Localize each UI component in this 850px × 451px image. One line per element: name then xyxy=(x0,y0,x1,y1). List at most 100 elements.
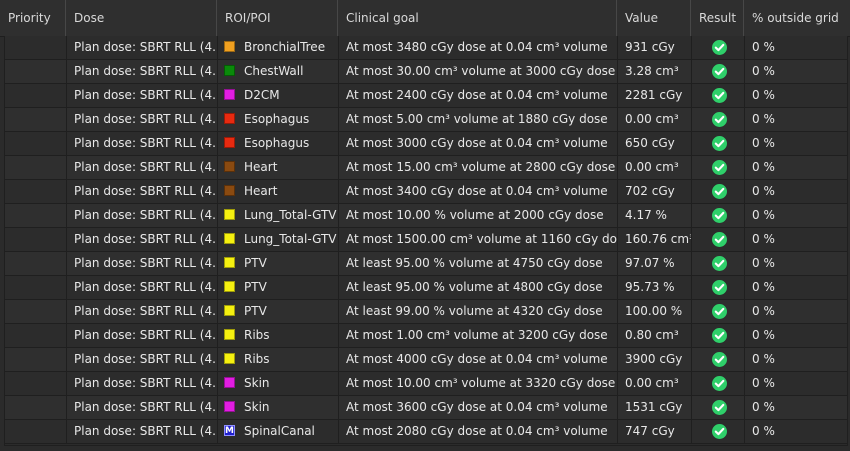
table-row[interactable]: Plan dose: SBRT RLL (4... Esophagus At mos… xyxy=(5,132,847,156)
priority-cell[interactable] xyxy=(5,348,67,371)
table-row[interactable]: Plan dose: SBRT RLL (4... D2CM At most 240… xyxy=(5,84,847,108)
priority-cell[interactable] xyxy=(5,156,67,179)
roi-cell[interactable]: Lung_Total-GTV xyxy=(218,228,339,251)
table-row[interactable]: Plan dose: SBRT RLL (4... Lung_Total-GTV A… xyxy=(5,204,847,228)
outside-grid-cell[interactable]: 0 % xyxy=(745,156,847,179)
dose-cell[interactable]: Plan dose: SBRT RLL (4... xyxy=(67,300,218,323)
clinical-goal-cell[interactable]: At least 95.00 % volume at 4800 cGy dose xyxy=(339,276,618,299)
dose-cell[interactable]: Plan dose: SBRT RLL (4... xyxy=(67,348,218,371)
table-row[interactable]: Plan dose: SBRT RLL (4... ChestWall At mos… xyxy=(5,60,847,84)
result-cell[interactable] xyxy=(692,300,745,323)
clinical-goal-cell[interactable]: At least 95.00 % volume at 4750 cGy dose xyxy=(339,252,618,275)
table-row[interactable]: Plan dose: SBRT RLL (4... M SpinalCanal At … xyxy=(5,420,847,444)
result-cell[interactable] xyxy=(692,60,745,83)
result-cell[interactable] xyxy=(692,420,745,443)
roi-cell[interactable]: Heart xyxy=(218,180,339,203)
outside-grid-cell[interactable]: 0 % xyxy=(745,84,847,107)
roi-cell[interactable]: Esophagus xyxy=(218,108,339,131)
outside-grid-cell[interactable]: 0 % xyxy=(745,324,847,347)
outside-grid-cell[interactable]: 0 % xyxy=(745,276,847,299)
column-header-result[interactable]: Result xyxy=(691,0,744,36)
value-cell[interactable]: 0.00 cm³ xyxy=(618,156,692,179)
roi-cell[interactable]: Skin xyxy=(218,396,339,419)
value-cell[interactable]: 0.00 cm³ xyxy=(618,108,692,131)
value-cell[interactable]: 100.00 % xyxy=(618,300,692,323)
value-cell[interactable]: 97.07 % xyxy=(618,252,692,275)
value-cell[interactable]: 0.80 cm³ xyxy=(618,324,692,347)
table-row[interactable]: Plan dose: SBRT RLL (4... PTV At least 95.… xyxy=(5,252,847,276)
clinical-goal-cell[interactable]: At most 15.00 cm³ volume at 2800 cGy dos… xyxy=(339,156,618,179)
result-cell[interactable] xyxy=(692,372,745,395)
outside-grid-cell[interactable]: 0 % xyxy=(745,228,847,251)
outside-grid-cell[interactable]: 0 % xyxy=(745,396,847,419)
column-header-roi-poi[interactable]: ROI/POI xyxy=(217,0,338,36)
outside-grid-cell[interactable]: 0 % xyxy=(745,252,847,275)
priority-cell[interactable] xyxy=(5,132,67,155)
value-cell[interactable]: 2281 cGy xyxy=(618,84,692,107)
roi-cell[interactable]: Ribs xyxy=(218,324,339,347)
result-cell[interactable] xyxy=(692,228,745,251)
value-cell[interactable]: 160.76 cm³ xyxy=(618,228,692,251)
clinical-goal-cell[interactable]: At most 3000 cGy dose at 0.04 cm³ volume xyxy=(339,132,618,155)
roi-cell[interactable]: Skin xyxy=(218,372,339,395)
priority-cell[interactable] xyxy=(5,252,67,275)
dose-cell[interactable]: Plan dose: SBRT RLL (4... xyxy=(67,228,218,251)
dose-cell[interactable]: Plan dose: SBRT RLL (4... xyxy=(67,372,218,395)
outside-grid-cell[interactable]: 0 % xyxy=(745,132,847,155)
dose-cell[interactable]: Plan dose: SBRT RLL (4... xyxy=(67,108,218,131)
table-row[interactable]: Plan dose: SBRT RLL (4... Esophagus At mos… xyxy=(5,108,847,132)
table-row[interactable]: Plan dose: SBRT RLL (4... Heart At most 34… xyxy=(5,180,847,204)
outside-grid-cell[interactable]: 0 % xyxy=(745,180,847,203)
column-header-priority[interactable]: Priority xyxy=(0,0,66,36)
clinical-goal-cell[interactable]: At most 2080 cGy dose at 0.04 cm³ volume xyxy=(339,420,618,443)
roi-cell[interactable]: ChestWall xyxy=(218,60,339,83)
result-cell[interactable] xyxy=(692,276,745,299)
priority-cell[interactable] xyxy=(5,276,67,299)
value-cell[interactable]: 931 cGy xyxy=(618,36,692,59)
priority-cell[interactable] xyxy=(5,204,67,227)
value-cell[interactable]: 0.00 cm³ xyxy=(618,372,692,395)
table-row[interactable]: Plan dose: SBRT RLL (4... PTV At least 95.… xyxy=(5,276,847,300)
outside-grid-cell[interactable]: 0 % xyxy=(745,348,847,371)
dose-cell[interactable]: Plan dose: SBRT RLL (4... xyxy=(67,276,218,299)
result-cell[interactable] xyxy=(692,180,745,203)
outside-grid-cell[interactable]: 0 % xyxy=(745,36,847,59)
dose-cell[interactable]: Plan dose: SBRT RLL (4... xyxy=(67,204,218,227)
table-row[interactable]: Plan dose: SBRT RLL (4... Ribs At most 400… xyxy=(5,348,847,372)
value-cell[interactable]: 95.73 % xyxy=(618,276,692,299)
priority-cell[interactable] xyxy=(5,36,67,59)
table-row[interactable]: Plan dose: SBRT RLL (4... BronchialTree At… xyxy=(5,36,847,60)
result-cell[interactable] xyxy=(692,348,745,371)
result-cell[interactable] xyxy=(692,36,745,59)
clinical-goal-cell[interactable]: At most 3600 cGy dose at 0.04 cm³ volume xyxy=(339,396,618,419)
result-cell[interactable] xyxy=(692,396,745,419)
table-row[interactable]: Plan dose: SBRT RLL (4... Heart At most 15… xyxy=(5,156,847,180)
table-body[interactable]: Plan dose: SBRT RLL (4... BronchialTree At… xyxy=(4,36,848,446)
value-cell[interactable]: 3900 cGy xyxy=(618,348,692,371)
clinical-goal-cell[interactable]: At most 2400 cGy dose at 0.04 cm³ volume xyxy=(339,84,618,107)
roi-cell[interactable]: M SpinalCanal xyxy=(218,420,339,443)
clinical-goal-cell[interactable]: At most 1500.00 cm³ volume at 1160 cGy d… xyxy=(339,228,618,251)
result-cell[interactable] xyxy=(692,132,745,155)
column-header-clinical-goal[interactable]: Clinical goal xyxy=(338,0,617,36)
roi-cell[interactable]: Ribs xyxy=(218,348,339,371)
dose-cell[interactable]: Plan dose: SBRT RLL (4... xyxy=(67,252,218,275)
result-cell[interactable] xyxy=(692,108,745,131)
dose-cell[interactable]: Plan dose: SBRT RLL (4... xyxy=(67,60,218,83)
column-header-value[interactable]: Value xyxy=(617,0,691,36)
roi-cell[interactable]: PTV xyxy=(218,276,339,299)
table-row[interactable]: Plan dose: SBRT RLL (4... Skin At most 360… xyxy=(5,396,847,420)
dose-cell[interactable]: Plan dose: SBRT RLL (4... xyxy=(67,36,218,59)
dose-cell[interactable]: Plan dose: SBRT RLL (4... xyxy=(67,84,218,107)
value-cell[interactable]: 4.17 % xyxy=(618,204,692,227)
priority-cell[interactable] xyxy=(5,180,67,203)
dose-cell[interactable]: Plan dose: SBRT RLL (4... xyxy=(67,324,218,347)
clinical-goal-cell[interactable]: At most 10.00 cm³ volume at 3320 cGy dos… xyxy=(339,372,618,395)
clinical-goal-cell[interactable]: At most 3480 cGy dose at 0.04 cm³ volume xyxy=(339,36,618,59)
outside-grid-cell[interactable]: 0 % xyxy=(745,108,847,131)
priority-cell[interactable] xyxy=(5,60,67,83)
table-row[interactable]: Plan dose: SBRT RLL (4... PTV At least 99.… xyxy=(5,300,847,324)
result-cell[interactable] xyxy=(692,156,745,179)
priority-cell[interactable] xyxy=(5,324,67,347)
clinical-goal-cell[interactable]: At most 3400 cGy dose at 0.04 cm³ volume xyxy=(339,180,618,203)
